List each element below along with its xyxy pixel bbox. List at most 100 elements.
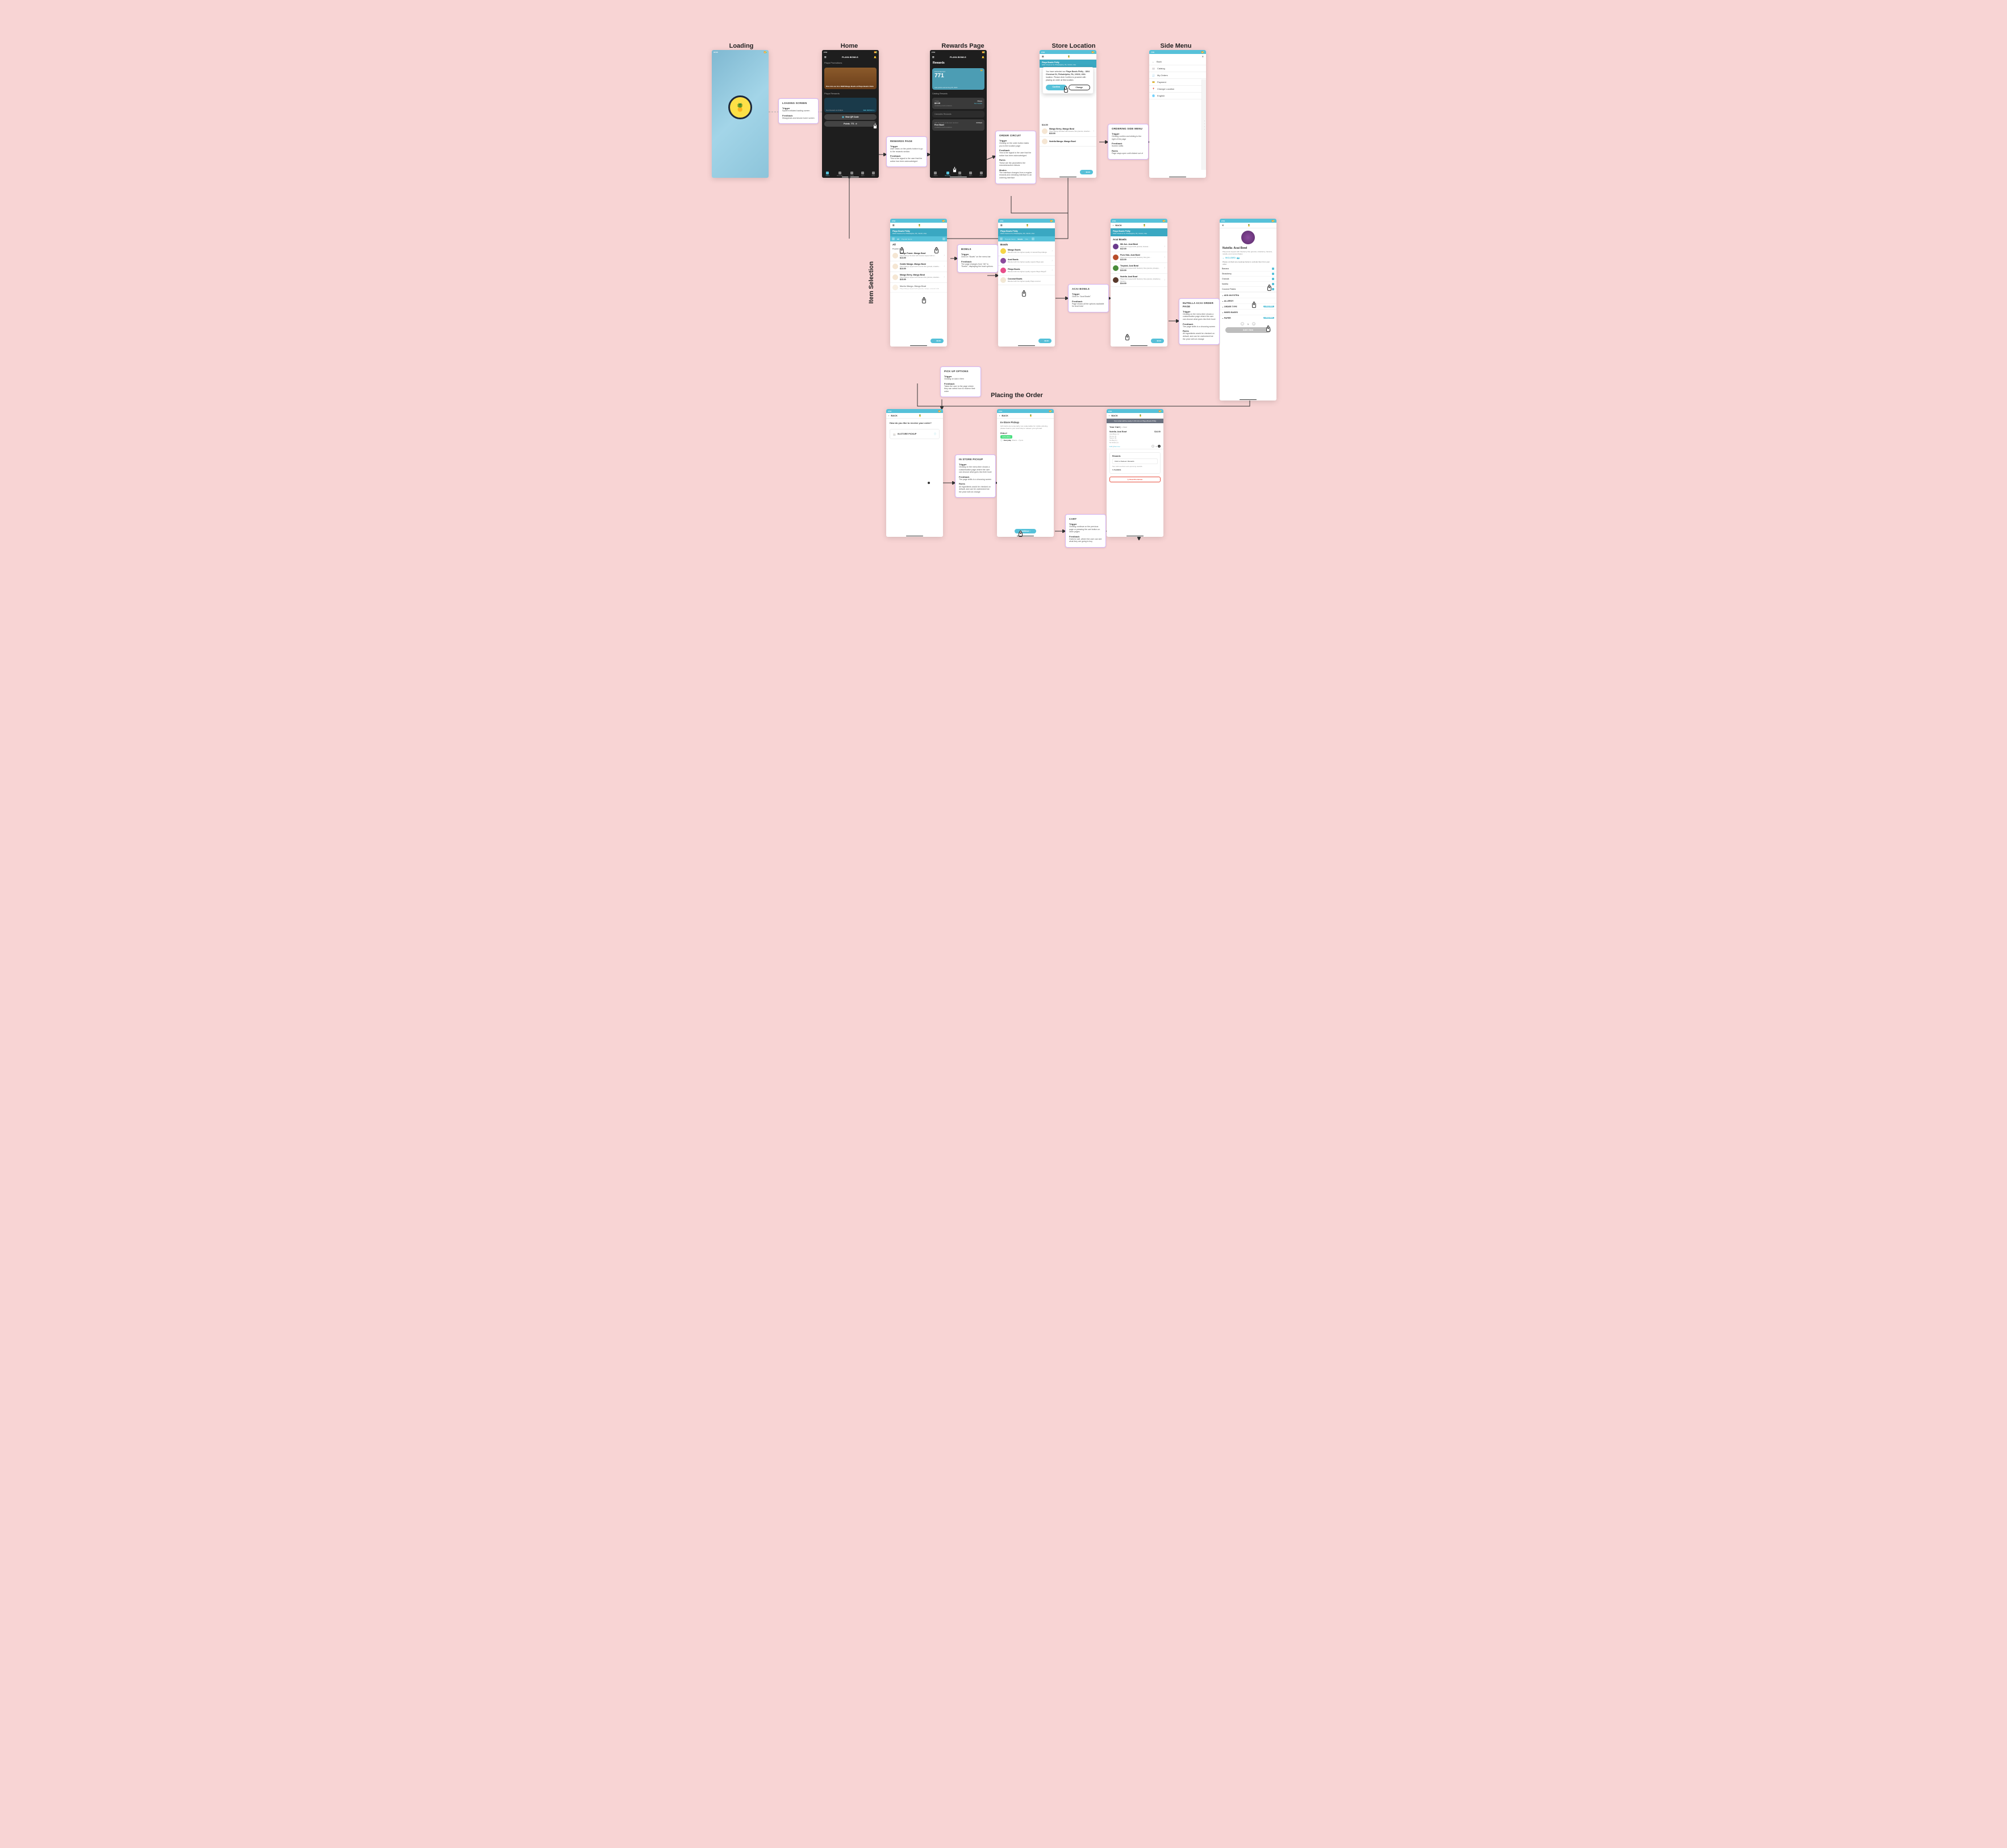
catalog-item[interactable]: Cannabis Rewards	[932, 111, 984, 118]
menu-catalog[interactable]: 📖Catalog	[1149, 65, 1206, 72]
qty-value: 1	[1247, 323, 1249, 326]
cart-fab[interactable]: 🛒 $0.00	[931, 339, 944, 343]
view-qr-button[interactable]: ▦ View QR Code	[824, 114, 877, 120]
tab-more[interactable]: More	[872, 172, 875, 177]
list-item[interactable]: Pura Vida- Acai BowlPlaya Acai topped wi…	[1111, 252, 1167, 263]
screen-item-detail: 2:54 ✕🍍 Nutella- Acai Bowl Playa Acai to…	[1220, 219, 1276, 401]
pickup-option[interactable]: 🏬IN-STORE PICKUP ⓘ	[890, 429, 940, 439]
bell-icon[interactable]: 🔔	[874, 56, 877, 59]
qty-minus[interactable]: −	[1241, 322, 1244, 326]
topping-row[interactable]: Coconut Flakes	[1220, 287, 1276, 292]
title-rewards: Rewards Page	[940, 43, 986, 49]
back-icon[interactable]: ‹	[999, 414, 1000, 417]
tab-home[interactable]: Home	[826, 172, 830, 177]
menu-language[interactable]: 🌐English⌄	[1149, 93, 1206, 99]
item-desc: Playa Acai topped with blueberry flax gr…	[1222, 251, 1274, 255]
edit-link[interactable]: Edit	[1109, 445, 1112, 448]
topping-row[interactable]: Nutella	[1220, 282, 1276, 287]
list-item[interactable]: Nutella- Acai BowlPlaya Acai topped with…	[1111, 274, 1167, 287]
menu-payment[interactable]: 💳Payment	[1149, 79, 1206, 86]
list-item[interactable]: Goldie Mango- Mango BowlPlaya Mango topp…	[890, 261, 947, 272]
confirm-button[interactable]: Confirm	[1046, 85, 1067, 90]
rewards-card[interactable]: Next Reward at 2149pts SEE DETAILS >	[824, 98, 877, 112]
remove-link[interactable]: Remove	[1114, 445, 1120, 448]
tab-rewards[interactable]: Rewards	[945, 172, 950, 177]
bell-icon[interactable]: 🔔	[982, 56, 984, 59]
list-item[interactable]: Nutella Mango- Mango Bowl	[1040, 137, 1096, 147]
list-item[interactable]: Mango Berry- Mango BowlPlaya Mango toppe…	[890, 272, 947, 283]
chevron-right-icon[interactable]: ›	[942, 237, 945, 240]
list-item[interactable]: Coconut BowlsBlended with the highest qu…	[998, 276, 1055, 285]
cart-fab[interactable]: 🛒 $0.00	[1151, 339, 1164, 343]
included-toggle[interactable]: ⌄ INCLUDED 6	[1220, 255, 1276, 261]
menu-icon[interactable]: ☰	[824, 56, 827, 59]
tab-rewards[interactable]: Rewards	[837, 172, 842, 177]
accordion-allergy[interactable]: ⌄ ALLERGY	[1220, 298, 1276, 303]
cart-fab[interactable]: 🛒 $0.00	[1038, 339, 1052, 343]
menu-icon[interactable]: ☰	[1042, 55, 1044, 58]
menu-change-location[interactable]: 📍Change Location	[1149, 86, 1206, 93]
points-button[interactable]: Points 771 ☆	[824, 121, 877, 127]
menu-icon[interactable]: ☰	[1000, 224, 1003, 227]
menu-back[interactable]: ←Back	[1149, 59, 1206, 65]
back-button[interactable]: BACK	[1002, 414, 1008, 417]
list-item[interactable]: Mango BowlsBlended with the highest qual…	[998, 247, 1055, 256]
finger-icon	[872, 124, 878, 130]
promo-card[interactable]: Dive into our ALL NEW Mango Bowls at Pla…	[824, 68, 877, 89]
tab-earn[interactable]: Earn	[969, 172, 972, 177]
tab-order[interactable]: Order	[958, 172, 962, 177]
list-item[interactable]: Mango Power- Mango BowlPlaya Mango blend…	[890, 251, 947, 261]
note-acai: ACAI BOWLS TriggerClick on "Acai Bowls" …	[1068, 284, 1109, 312]
topping-row[interactable]: Granola	[1220, 277, 1276, 282]
accordion-paper[interactable]: ⌄ PAPER1 REQUIRED	[1220, 315, 1276, 320]
qty-plus[interactable]: +	[1252, 322, 1255, 326]
topping-row[interactable]: Banana	[1220, 266, 1276, 272]
list-item[interactable]: Mucho Mango- Mango BowlPlaya Mango toppe…	[890, 283, 947, 293]
accordion-extra[interactable]: ⌄ ADD AN EXTRA	[1220, 292, 1276, 298]
chevron-left-icon[interactable]: ‹	[892, 237, 895, 240]
info-icon[interactable]: ⓘ	[934, 432, 936, 436]
screen-pickup-q: 2:54 ‹BACK🍍 How do you like to receive y…	[886, 409, 943, 537]
catalog-item[interactable]: 773pts $5 Off Available at all Locations…	[932, 98, 984, 109]
tab-earn[interactable]: Earn	[861, 172, 864, 177]
menu-icon[interactable]: ☰	[932, 56, 934, 59]
add-item-button[interactable]: Add 1 Item	[1225, 327, 1271, 333]
accordion-ordertype[interactable]: ⌄ ORDER TYPE1 REQUIRED	[1220, 303, 1276, 309]
back-button[interactable]: BACK	[891, 414, 898, 417]
list-item[interactable]: Pitaya BowlsBlended with the highest qua…	[998, 266, 1055, 276]
menu-orders[interactable]: 🧾My Orders	[1149, 72, 1206, 79]
catalog-item[interactable]: with the Code to the user receiver Free …	[932, 119, 984, 131]
back-button[interactable]: BACK	[1115, 224, 1122, 227]
title-placing: Placing the Order	[983, 392, 1051, 399]
status-bar: 2:53	[1040, 50, 1096, 54]
close-icon[interactable]: ✕	[1202, 55, 1204, 58]
back-icon[interactable]: ‹	[888, 414, 889, 417]
continue-button[interactable]: Continue ›	[1015, 529, 1036, 533]
list-item[interactable]: Mango Berry- Mango BowlPlaya Mango blend…	[1040, 126, 1096, 137]
note-order: ORDER CIRCUIT TriggerClicking on the ord…	[995, 131, 1036, 184]
change-button[interactable]: Change	[1069, 85, 1091, 90]
see-details-link[interactable]: SEE DETAILS >	[863, 109, 875, 111]
qty-control[interactable]: −1+	[1151, 445, 1161, 448]
accordion-mixed[interactable]: ⌄ MIXED BASES	[1220, 309, 1276, 315]
topping-row[interactable]: Strawberry	[1220, 272, 1276, 277]
tab-order[interactable]: Order	[850, 172, 854, 177]
disclaimer-button[interactable]: ⚠ Read Disclaimer	[1109, 477, 1161, 482]
list-item[interactable]: Acai BowlsBlended with the highest quali…	[998, 256, 1055, 266]
screen-acai: 2:54 ‹BACK🍍 Playa Bowls Philly1804 Chest…	[1111, 219, 1167, 347]
category-bar[interactable]: ‹ Popular Items Bowls Oat... ›	[998, 236, 1055, 241]
points-card: Points Earned 771 Last points earned Aug…	[932, 68, 984, 90]
note-text: Gift Cards are temporarily non-redeemabl…	[997, 425, 1054, 429]
rewards-box[interactable]: Rewards Click to Redeem Rewards See vali…	[1109, 452, 1161, 474]
list-item[interactable]: 8th Ave- Acai BowlPlaya Acai topped with…	[1111, 241, 1167, 252]
close-icon[interactable]: ✕	[1222, 224, 1224, 227]
tab-home[interactable]: Home	[934, 172, 938, 177]
page-title: In-Store Pickup	[997, 419, 1054, 425]
category-bar[interactable]: ‹ All Popular Items ›	[890, 236, 947, 241]
menu-icon[interactable]: ☰	[892, 224, 895, 227]
list-item[interactable]: Tropical- Acai BowlPlaya Acai topped wit…	[1111, 263, 1167, 274]
cart-fab[interactable]: 🛒 $0.00	[1080, 170, 1093, 174]
back-button[interactable]: BACK	[1111, 414, 1118, 417]
tab-more[interactable]: More	[980, 172, 983, 177]
screen-home: 2:53 ☰PLAYA BOWLS🔔 Playa Promotions Dive…	[822, 50, 879, 178]
